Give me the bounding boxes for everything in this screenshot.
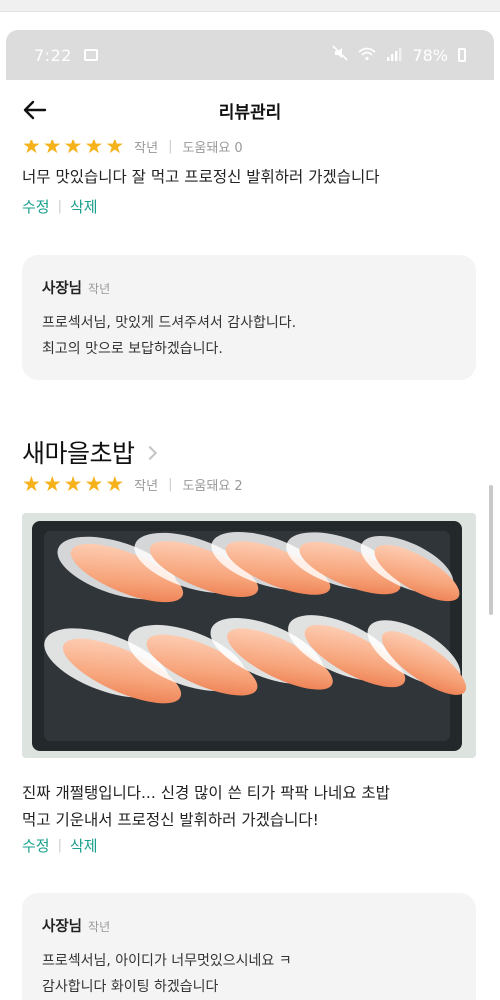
review-time: 작년 [134,478,159,494]
owner-name: 사장님 [42,281,83,297]
star-rating: ★ ★ ★ ★ ★ [22,472,125,496]
review-text: 너무 맛있습니다 잘 먹고 프로정신 발휘하러 가겠습니다 [22,168,380,186]
owner-reply-time: 작년 [88,920,111,934]
signal-icon [386,46,402,65]
star-icon: ★ [42,140,62,158]
action-divider: | [57,199,62,214]
arrow-left-icon [23,100,47,120]
scrollbar[interactable] [489,485,493,615]
owner-reply-header: 사장님 작년 [42,277,456,298]
edit-button[interactable]: 수정 [22,835,50,856]
helpful-count: 도움돼요 2 [182,478,243,494]
edit-button[interactable]: 수정 [22,196,50,217]
image-icon [83,49,98,61]
review-actions: 수정 | 삭제 [22,196,98,217]
owner-reply-line: 프로섹서님, 맛있게 드셔주셔서 감사합니다. [42,315,297,331]
status-right: 78% [332,45,466,65]
star-icon: ★ [63,140,83,158]
status-bar: 7:22 78% [6,30,494,80]
owner-reply-time: 작년 [88,282,111,296]
action-divider: | [57,838,62,853]
owner-reply-line: 최고의 맛으로 보답하겠습니다. [42,341,223,357]
review-meta: ★ ★ ★ ★ ★ 작년 | 도움돼요 2 [22,472,243,496]
battery-percent: 78% [412,45,448,65]
sushi-photo-image [22,513,476,758]
star-icon: ★ [105,140,125,158]
owner-reply-line: 프로섹서님, 아이디가 너무멋있으시네요 ㅋ [42,953,292,969]
store-name: 새마을초밥 [22,439,135,468]
review-actions: 수정 | 삭제 [22,835,98,856]
store-link[interactable]: 새마을초밥 [22,434,157,470]
app-bar: 리뷰관리 [6,80,494,140]
helpful-count: 도움돼요 0 [182,140,243,156]
star-icon: ★ [42,472,62,496]
star-icon: ★ [84,472,104,496]
review-text-line: 먹고 기운내서 프로정신 발휘하러 가겠습니다! [22,811,319,829]
star-rating: ★ ★ ★ ★ ★ [22,140,125,158]
review-text-line: 진짜 개쩔탱입니다... 신경 많이 쓴 티가 팍팍 나네요 초밥 [22,784,390,802]
meta-divider: | [168,476,173,492]
review-time: 작년 [134,140,159,156]
page-title: 리뷰관리 [218,102,282,123]
review-list: ★ ★ ★ ★ ★ 작년 | 도움돼요 0 너무 맛있습니다 잘 먹고 프로정신… [0,140,500,1000]
back-button[interactable] [20,95,50,125]
star-icon: ★ [63,472,83,496]
owner-name: 사장님 [42,919,83,935]
status-left: 7:22 [34,46,98,65]
review-meta: ★ ★ ★ ★ ★ 작년 | 도움돼요 0 [22,140,243,158]
review-photo[interactable] [22,513,476,758]
owner-reply-header: 사장님 작년 [42,915,456,936]
chevron-right-icon [142,445,157,461]
owner-reply-line: 감사합니다 화이팅 하겠습니다 [42,979,219,995]
delete-button[interactable]: 삭제 [70,835,98,856]
star-icon: ★ [105,472,125,496]
review-management-screen: 7:22 78% 리뷰관리 ★ ★ ★ ★ ★ 작년 | 도움돼요 0 너무 맛… [0,0,500,1000]
star-icon: ★ [22,140,41,158]
wifi-icon [358,46,377,65]
owner-reply-card: 사장님 작년 프로섹서님, 아이디가 너무멋있으시네요 ㅋ 감사합니다 화이팅 … [22,893,476,1000]
mute-icon [332,45,349,65]
owner-reply-card: 사장님 작년 프로섹서님, 맛있게 드셔주셔서 감사합니다. 최고의 맛으로 보… [22,255,476,380]
star-icon: ★ [84,140,104,158]
status-time: 7:22 [34,45,72,65]
star-icon: ★ [22,472,41,496]
delete-button[interactable]: 삭제 [70,196,98,217]
meta-divider: | [168,140,173,154]
battery-icon [458,48,466,62]
top-strip [0,0,500,12]
